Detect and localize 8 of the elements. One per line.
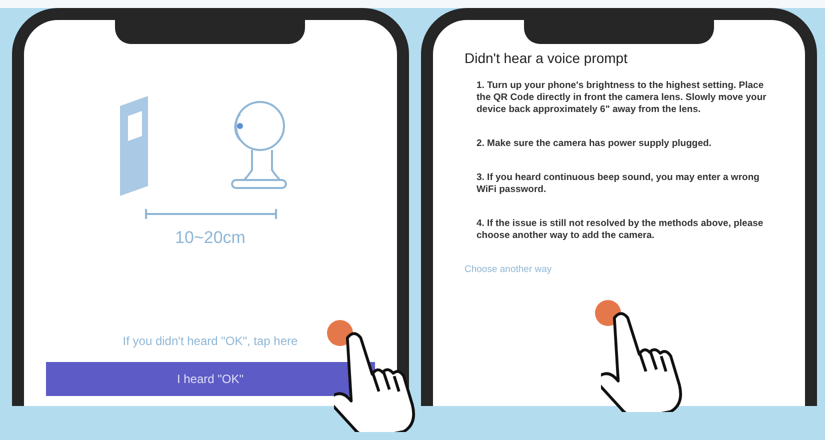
tap-here-link[interactable]: If you didn't heard "OK", tap here <box>122 334 298 348</box>
help-step: 3. If you heard continuous beep sound, you may enter a wrong WiFi password. <box>476 172 779 196</box>
distance-label: 10~20cm <box>175 228 246 248</box>
help-title: Didn't hear a voice prompt <box>464 50 628 66</box>
help-step: 4. If the issue is still not resolved by the methods above, please choose another way to add the camera. <box>476 218 779 242</box>
choose-another-way-link[interactable]: Choose another way <box>464 264 779 275</box>
help-step: 2. Make sure the camera has power supply plugged. <box>476 138 779 150</box>
help-step: 1. Turn up your phone's brightness to the highest setting. Place the QR Code directly in front the camera lens. Slowly move your device back approximately 6" away from the lens. <box>476 80 779 116</box>
